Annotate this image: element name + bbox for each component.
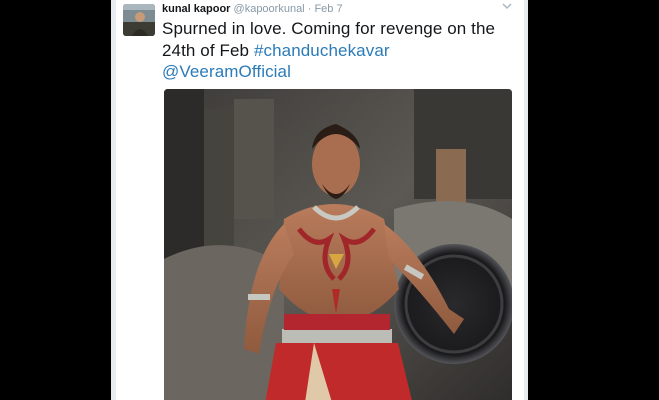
warrior-photo [164, 89, 512, 400]
tweet-media-image[interactable] [164, 89, 512, 400]
tweet-date[interactable]: Feb 7 [314, 3, 342, 15]
hashtag-link[interactable]: #chanduchekavar [254, 41, 390, 60]
display-name[interactable]: kunal kapoor [162, 3, 230, 15]
tweet-card[interactable]: kunal kapoor @kapoorkunal · Feb 7 Spurne… [116, 0, 524, 400]
timeline-gutter-right [524, 0, 528, 400]
tweet-text: Spurned in love. Coming for revenge on t… [162, 18, 512, 83]
user-handle[interactable]: @kapoorkunal [234, 3, 305, 15]
separator-dot: · [307, 3, 312, 15]
avatar[interactable] [123, 4, 155, 36]
mention-link[interactable]: @VeeramOfficial [162, 62, 291, 81]
tweet-header: kunal kapoor @kapoorkunal · Feb 7 [162, 3, 343, 16]
chevron-down-icon[interactable] [502, 2, 512, 13]
avatar-image [123, 4, 155, 36]
